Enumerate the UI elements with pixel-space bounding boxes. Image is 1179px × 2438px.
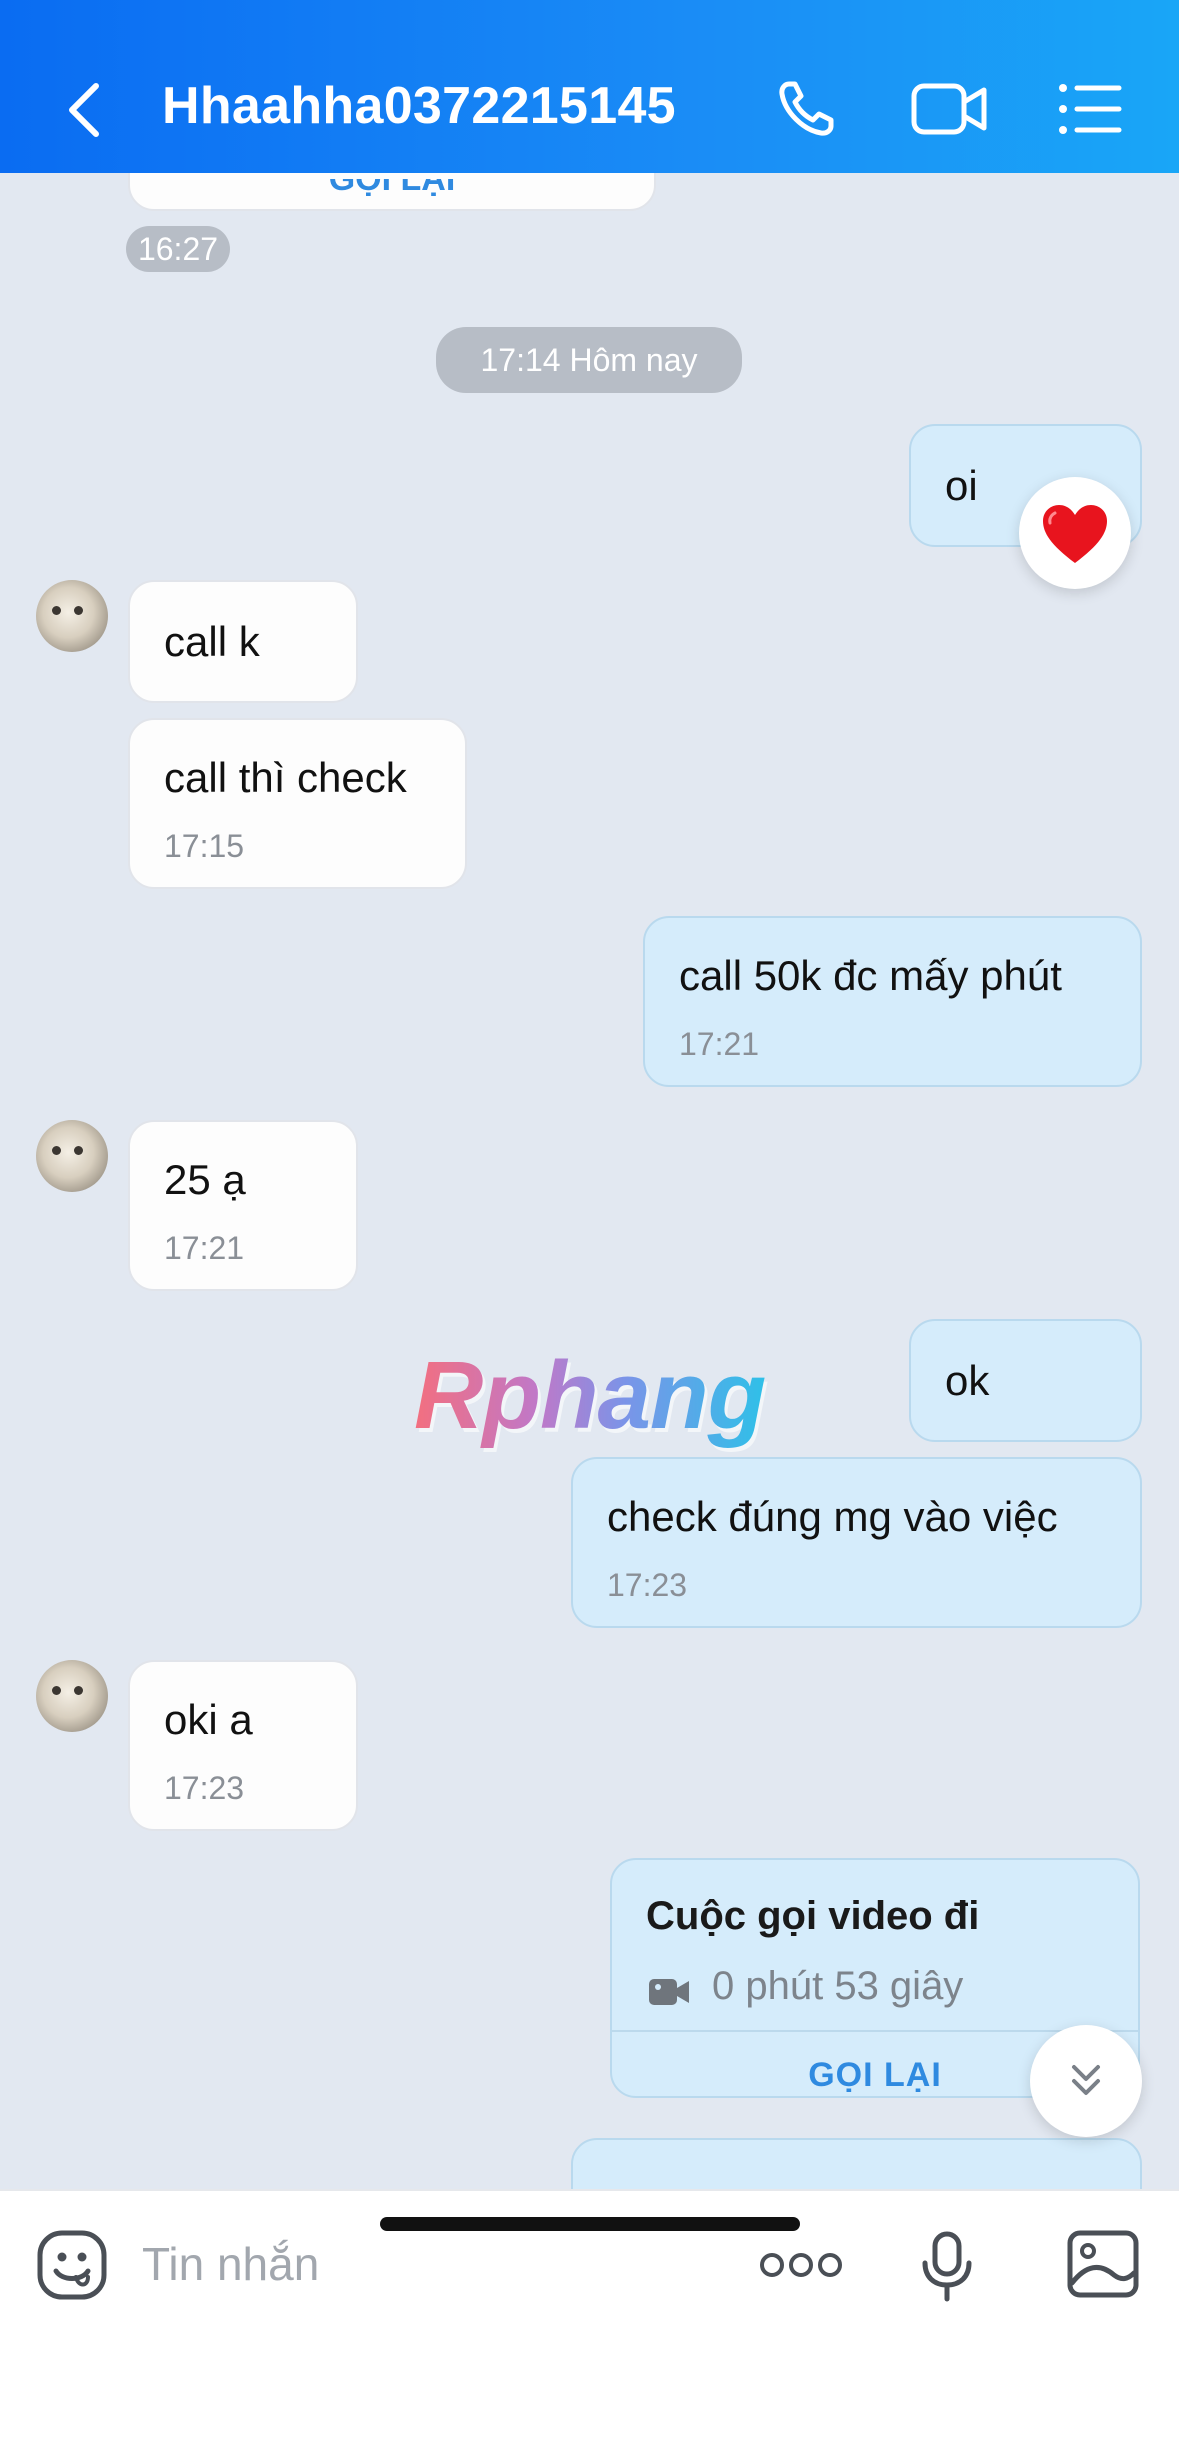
message-time: 17:23 (164, 1770, 245, 1806)
message-text: 25 ạ (164, 1156, 246, 1203)
message-time: 17:21 (679, 1026, 760, 1062)
watermark-logo: Rphang (414, 1342, 766, 1449)
chat-header: Hhaahha0372215145 (0, 0, 1179, 173)
message-text: call 50k đc mấy phút (679, 952, 1062, 999)
message-time: 17:15 (164, 828, 245, 864)
double-chevron-down-icon (1072, 2065, 1100, 2095)
heart-reaction[interactable] (1019, 477, 1131, 589)
message-input[interactable]: Tin nhắn (142, 2237, 319, 2291)
call-card-title: Cuộc gọi video đi (646, 1894, 980, 1938)
date-separator: 17:14 Hôm nay (436, 327, 742, 393)
more-dots-icon[interactable] (758, 2247, 844, 2288)
call-duration: 0 phút 53 giây (712, 1964, 964, 2008)
avatar[interactable] (36, 1660, 108, 1732)
message-bubble[interactable]: call 50k đc mấy phút 17:21 (643, 916, 1142, 1087)
previous-callback-label[interactable]: GỌI LẠI (130, 179, 654, 197)
message-text: oki a (164, 1696, 253, 1743)
video-camera-icon (648, 1970, 690, 2018)
message-bubble[interactable]: oki a 17:23 (128, 1660, 358, 1831)
microphone-icon[interactable] (920, 2231, 974, 2308)
message-bubble[interactable]: call thì check 17:15 (128, 718, 467, 889)
sticker-icon[interactable] (36, 2229, 108, 2306)
message-bubble[interactable]: call k (128, 580, 358, 703)
back-chevron-icon[interactable] (62, 80, 106, 140)
message-bubble[interactable]: 25 ạ 17:21 (128, 1120, 358, 1291)
avatar[interactable] (36, 1120, 108, 1192)
contact-name[interactable]: Hhaahha0372215145 (162, 76, 676, 136)
message-bubble[interactable]: check đúng mg vào việc 17:23 (571, 1457, 1142, 1628)
message-text: check đúng mg vào việc (607, 1493, 1058, 1540)
message-bubble[interactable] (571, 2138, 1142, 2189)
video-call-icon[interactable] (910, 78, 987, 140)
message-text: call thì check (164, 754, 407, 801)
message-text: oi (945, 462, 978, 509)
home-indicator[interactable] (380, 2217, 800, 2231)
avatar[interactable] (36, 580, 108, 652)
phone-icon[interactable] (775, 78, 845, 140)
message-time: 17:23 (607, 1567, 688, 1603)
message-time-pill: 16:27 (126, 226, 230, 272)
message-time: 17:21 (164, 1230, 245, 1266)
scroll-to-bottom-button[interactable] (1030, 2025, 1142, 2137)
message-text: ok (945, 1357, 990, 1404)
message-text: call k (164, 618, 260, 665)
message-bubble[interactable]: ok (909, 1319, 1142, 1442)
list-menu-icon[interactable] (1055, 78, 1125, 140)
image-icon[interactable] (1066, 2229, 1140, 2304)
message-list[interactable]: GỌI LẠI 16:27 17:14 Hôm nay oi call k ca… (0, 173, 1179, 2189)
previous-call-card[interactable]: GỌI LẠI (128, 173, 656, 211)
